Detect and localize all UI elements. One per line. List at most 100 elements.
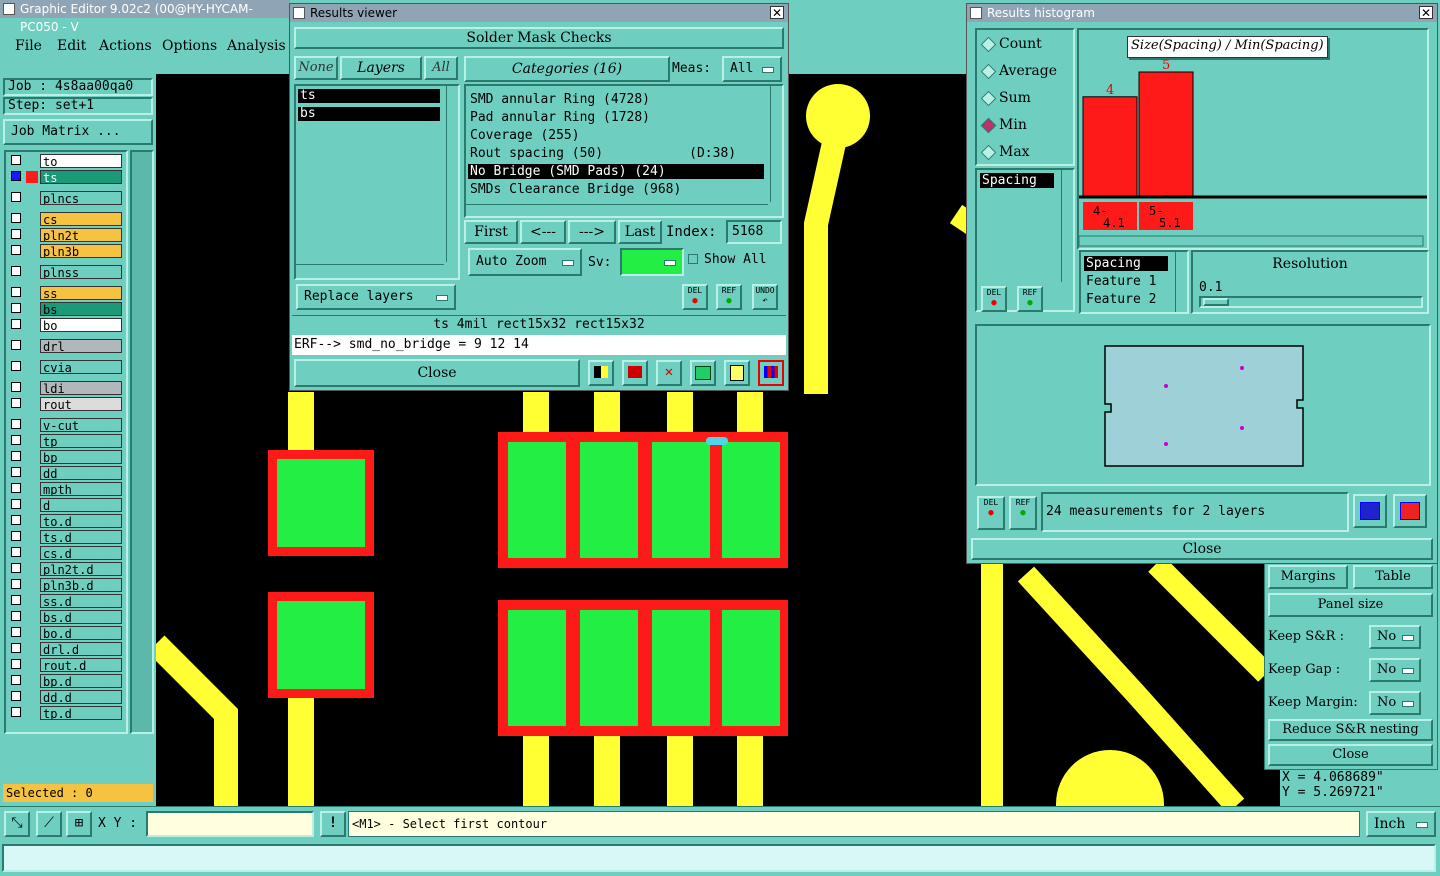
keep-margin-select[interactable]: No xyxy=(1369,691,1421,715)
layer-row-bs[interactable]: bs xyxy=(8,302,124,316)
layer-name[interactable]: rout.d xyxy=(40,658,122,672)
layer-list-hscroll[interactable] xyxy=(296,264,444,275)
del-icon[interactable]: DEL ● xyxy=(977,496,1005,530)
layer-row-pln3b-d[interactable]: pln3b.d xyxy=(8,578,124,592)
units-select[interactable]: Inch xyxy=(1366,811,1436,837)
layer-checkbox[interactable] xyxy=(11,595,21,605)
measure-item[interactable]: Spacing xyxy=(980,173,1054,188)
index-input[interactable]: 5168 xyxy=(726,220,782,244)
resolution-slider-thumb[interactable] xyxy=(1203,298,1229,306)
layer-name[interactable]: ldi xyxy=(40,381,122,395)
layer-row-dd-d[interactable]: dd.d xyxy=(8,690,124,704)
panel-close-button[interactable]: Close xyxy=(1268,744,1433,766)
del-icon[interactable]: DEL ● xyxy=(981,286,1007,312)
layer-name[interactable]: cs.d xyxy=(40,546,122,560)
sv-color-select[interactable] xyxy=(620,248,684,276)
layer-result-item[interactable]: bs xyxy=(298,107,440,121)
feature-item[interactable]: Spacing xyxy=(1084,256,1168,271)
layer-checkbox[interactable] xyxy=(11,531,21,541)
last-button[interactable]: Last xyxy=(618,220,662,244)
results-close-button[interactable]: Close xyxy=(294,359,580,387)
measure-list[interactable]: Spacing DEL ● REF ● xyxy=(975,168,1075,312)
layer-row-drl-d[interactable]: drl.d xyxy=(8,642,124,656)
layer-checkbox[interactable] xyxy=(11,467,21,477)
layer-checkbox[interactable] xyxy=(11,563,21,573)
layer-checkbox[interactable] xyxy=(11,229,21,239)
layer-row-mpth[interactable]: mpth xyxy=(8,482,124,496)
layer-checkbox[interactable] xyxy=(11,707,21,717)
layer-checkbox[interactable] xyxy=(11,675,21,685)
layer-row-bo-d[interactable]: bo.d xyxy=(8,626,124,640)
panel-size-button[interactable]: Panel size xyxy=(1268,593,1433,617)
layer-row-bs-d[interactable]: bs.d xyxy=(8,610,124,624)
layer-name[interactable]: dd xyxy=(40,466,122,480)
layer-checkbox[interactable] xyxy=(11,627,21,637)
radio-icon[interactable] xyxy=(980,63,997,80)
layer-row-v-cut[interactable]: v-cut xyxy=(8,418,124,432)
layer-row-plncs[interactable]: plncs xyxy=(8,191,124,205)
layer-name[interactable]: ss xyxy=(40,286,122,300)
layer-row-to[interactable]: to xyxy=(8,154,124,168)
layer-result-list[interactable]: ts bs xyxy=(294,84,460,280)
solder-mask-header[interactable]: Solder Mask Checks xyxy=(294,27,784,49)
layer-name[interactable]: bo xyxy=(40,318,122,332)
layer-row-plnss[interactable]: plnss xyxy=(8,265,124,279)
layer-name[interactable]: pln3b xyxy=(40,244,122,258)
layer-name[interactable]: d xyxy=(40,498,122,512)
layer-checkbox[interactable] xyxy=(11,451,21,461)
layer-row-tp-d[interactable]: tp.d xyxy=(8,706,124,720)
layer-name[interactable]: bp xyxy=(40,450,122,464)
layer-checkbox[interactable] xyxy=(11,155,21,165)
layer-row-ts-d[interactable]: ts.d xyxy=(8,530,124,544)
layer-checkbox[interactable] xyxy=(11,419,21,429)
feature-list[interactable]: Spacing Feature 1 Feature 2 xyxy=(1079,250,1189,314)
layer-checkbox[interactable] xyxy=(11,398,21,408)
layer-checkbox[interactable] xyxy=(11,287,21,297)
layer-name[interactable]: plncs xyxy=(40,191,122,205)
layer-checkbox[interactable] xyxy=(11,340,21,350)
menu-options[interactable]: Options xyxy=(162,38,217,54)
close-icon[interactable]: ✕ xyxy=(1419,6,1433,19)
ref-icon[interactable]: REF ● xyxy=(1009,496,1037,530)
report-icon[interactable] xyxy=(724,360,750,386)
radio-icon[interactable] xyxy=(980,144,997,161)
categories-button[interactable]: Categories (16) xyxy=(464,56,670,82)
none-button[interactable]: None xyxy=(294,56,338,80)
layer-checkbox[interactable] xyxy=(11,499,21,509)
menu-file[interactable]: File xyxy=(15,38,42,54)
layer-result-item[interactable]: ts xyxy=(298,89,440,103)
layer-row-cs[interactable]: cs xyxy=(8,212,124,226)
layer-name[interactable]: bo.d xyxy=(40,626,122,640)
highlight-icon[interactable] xyxy=(588,360,614,386)
layer-checkbox[interactable] xyxy=(11,483,21,493)
layer-name[interactable]: pln3b.d xyxy=(40,578,122,592)
layer-list-scrollbar[interactable] xyxy=(130,150,154,734)
layer-row-ss[interactable]: ss xyxy=(8,286,124,300)
info-icon[interactable]: ! xyxy=(320,811,346,837)
show-all-checkbox[interactable] xyxy=(688,254,698,264)
layer-row-bp-d[interactable]: bp.d xyxy=(8,674,124,688)
table-button[interactable]: Table xyxy=(1353,565,1433,589)
layer-checkbox[interactable] xyxy=(11,579,21,589)
layer-row-ldi[interactable]: ldi xyxy=(8,381,124,395)
measure-vscroll[interactable] xyxy=(1061,170,1074,282)
layer-row-pln3b[interactable]: pln3b xyxy=(8,244,124,258)
margins-button[interactable]: Margins xyxy=(1268,565,1348,589)
layer-checkbox[interactable] xyxy=(11,192,21,202)
keep-sr-select[interactable]: No xyxy=(1369,625,1421,649)
histogram-bar[interactable] xyxy=(1082,96,1138,197)
layer-name[interactable]: pln2t.d xyxy=(40,562,122,576)
del-icon[interactable]: DEL ● xyxy=(682,284,708,310)
feature-vscroll[interactable] xyxy=(1175,252,1188,312)
radio-icon[interactable] xyxy=(980,117,997,134)
radio-icon[interactable] xyxy=(980,36,997,53)
layer-row-ts[interactable]: ts xyxy=(8,170,124,184)
layer-name[interactable]: plnss xyxy=(40,265,122,279)
first-button[interactable]: First xyxy=(464,220,518,244)
layer-name[interactable]: bs.d xyxy=(40,610,122,624)
category-item[interactable]: SMDs Clearance Bridge (968) xyxy=(468,182,764,197)
layer-checkbox[interactable] xyxy=(11,266,21,276)
layer-name[interactable]: drl.d xyxy=(40,642,122,656)
layer-name[interactable]: ss.d xyxy=(40,594,122,608)
layer-name[interactable]: cvia xyxy=(40,360,122,374)
